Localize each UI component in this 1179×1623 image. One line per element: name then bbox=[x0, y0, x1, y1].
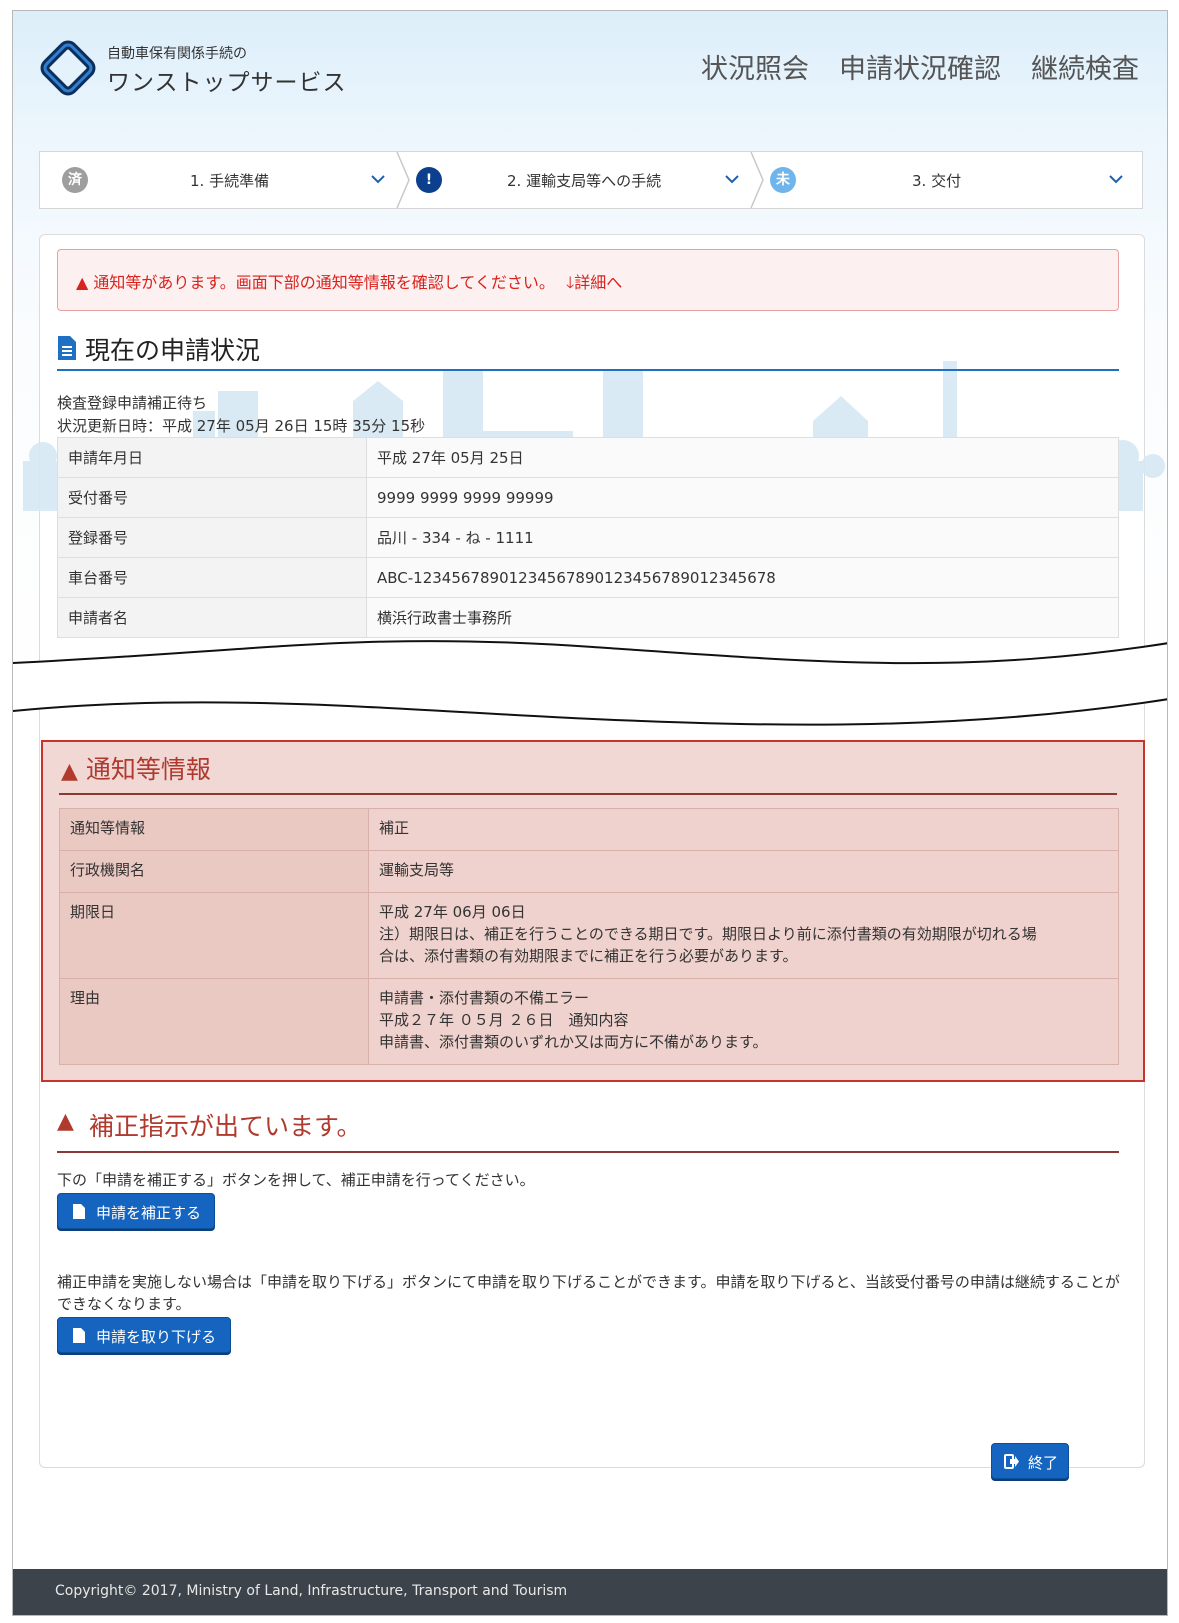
document-icon bbox=[58, 336, 76, 360]
row-value: ABC-123456789012345678901234567890123456… bbox=[366, 557, 1119, 598]
logo-icon bbox=[40, 40, 96, 96]
file-icon bbox=[73, 1328, 85, 1343]
alert-badge-icon: ! bbox=[416, 167, 442, 193]
row-label: 申請年月日 bbox=[57, 437, 367, 478]
notification-alert: ▲ 通知等があります。画面下部の通知等情報を確認してください。 🡓詳細へ bbox=[57, 249, 1119, 311]
table-row: 理由 申請書・添付書類の不備エラー 平成２７年 ０５月 ２６日 通知内容 申請書… bbox=[59, 978, 1119, 1065]
warning-icon: ▲ bbox=[61, 759, 78, 784]
row-value: 平成 27年 05月 25日 bbox=[366, 437, 1119, 478]
row-value: 平成 27年 06月 06日 注）期限日は、補正を行うことのできる期日です。期限… bbox=[368, 892, 1119, 979]
row-value: 9999 9999 9999 99999 bbox=[366, 477, 1119, 518]
exit-button[interactable]: 終了 bbox=[991, 1443, 1069, 1479]
step-2[interactable]: ! 2. 運輸支局等への手続 bbox=[414, 152, 758, 208]
step-1[interactable]: 済 1. 手続準備 bbox=[40, 152, 400, 208]
alert-message: ▲ 通知等があります。画面下部の通知等情報を確認してください。 🡓詳細へ bbox=[76, 273, 623, 292]
table-row: 受付番号 9999 9999 9999 99999 bbox=[57, 477, 1119, 518]
row-value: 申請書・添付書類の不備エラー 平成２７年 ０５月 ２６日 通知内容 申請書、添付… bbox=[368, 978, 1119, 1065]
notification-heading: ▲ 通知等情報 bbox=[61, 755, 211, 784]
notification-table: 通知等情報 補正 行政機関名 運輸支局等 期限日 平成 27年 06月 06日 … bbox=[59, 808, 1119, 1065]
row-value: 品川 - 334 - ね - 1111 bbox=[366, 517, 1119, 558]
page: 自動車保有関係手続の ワンストップサービス 状況照会 申請状況確認 継続検査 済… bbox=[12, 10, 1168, 1616]
current-status-heading: 現在の申請状況 bbox=[57, 331, 1119, 371]
page-break-divider bbox=[13, 640, 1167, 727]
row-label: 理由 bbox=[59, 978, 369, 1065]
step-label: 2. 運輸支局等への手続 bbox=[507, 172, 662, 190]
row-label: 登録番号 bbox=[57, 517, 367, 558]
status-state: 検査登録申請補正待ち bbox=[57, 394, 208, 412]
table-row: 期限日 平成 27年 06月 06日 注）期限日は、補正を行うことのできる期日で… bbox=[59, 892, 1119, 979]
step-3[interactable]: 未 3. 交付 bbox=[768, 152, 1142, 208]
row-label: 行政機関名 bbox=[59, 850, 369, 893]
nav-application-status[interactable]: 申請状況確認 bbox=[839, 47, 1001, 86]
details-link[interactable]: 🡓詳細へ bbox=[566, 273, 622, 292]
chevron-down-icon bbox=[725, 175, 739, 184]
file-icon bbox=[73, 1204, 85, 1219]
row-label: 車台番号 bbox=[57, 557, 367, 598]
footer: Copyright© 2017, Ministry of Land, Infra… bbox=[13, 1569, 1167, 1615]
row-value: 運輸支局等 bbox=[368, 850, 1119, 893]
withdraw-application-button[interactable]: 申請を取り下げる bbox=[57, 1317, 231, 1353]
table-row: 行政機関名 運輸支局等 bbox=[59, 850, 1119, 893]
application-info-table: 申請年月日 平成 27年 05月 25日 受付番号 9999 9999 9999 9… bbox=[57, 437, 1119, 638]
brand-title: ワンストップサービス bbox=[107, 70, 347, 96]
step-label: 1. 手続準備 bbox=[190, 172, 270, 190]
sign-out-icon bbox=[1004, 1454, 1019, 1469]
step-progress-bar: 済 1. 手続準備 ! 2. 運輸支局等への手続 未 3. 交付 bbox=[39, 151, 1143, 209]
table-row: 登録番号 品川 - 334 - ね - 1111 bbox=[57, 517, 1119, 558]
chevron-down-icon bbox=[371, 175, 385, 184]
table-row: 申請年月日 平成 27年 05月 25日 bbox=[57, 437, 1119, 478]
step-label: 3. 交付 bbox=[912, 172, 962, 190]
status-updated-time: 状況更新日時：平成 27年 05月 26日 15時 35分 15秒 bbox=[57, 417, 426, 435]
step-divider bbox=[750, 152, 764, 208]
table-row: 通知等情報 補正 bbox=[59, 808, 1119, 851]
row-label: 受付番号 bbox=[57, 477, 367, 518]
notification-info-panel: ▲ 通知等情報 通知等情報 補正 行政機関名 運輸支局等 期限日 平成 27年 … bbox=[41, 740, 1145, 1082]
correct-application-button[interactable]: 申請を補正する bbox=[57, 1193, 215, 1229]
row-value: 補正 bbox=[368, 808, 1119, 851]
brand-subtitle: 自動車保有関係手続の bbox=[107, 46, 247, 62]
nav-continuous-inspection[interactable]: 継続検査 bbox=[1031, 47, 1139, 86]
correction-instruction: 下の「申請を補正する」ボタンを押して、補正申請を行ってください。 bbox=[57, 1171, 535, 1189]
top-nav: 状況照会 申請状況確認 継続検査 bbox=[701, 47, 1139, 86]
step-done-badge: 済 bbox=[62, 167, 88, 193]
correction-heading: ▲ 補正指示が出ています。 bbox=[57, 1103, 1119, 1153]
table-row: 車台番号 ABC-12345678901234567890123456789012… bbox=[57, 557, 1119, 598]
copyright-text: Copyright© 2017, Ministry of Land, Infra… bbox=[55, 1583, 568, 1599]
row-label: 通知等情報 bbox=[59, 808, 369, 851]
withdraw-instruction: 補正申請を実施しない場合は「申請を取り下げる」ボタンにて申請を取り下げることがで… bbox=[57, 1273, 1120, 1313]
nav-status-inquiry[interactable]: 状況照会 bbox=[701, 47, 809, 86]
step-pending-badge: 未 bbox=[770, 167, 796, 193]
chevron-down-icon bbox=[1109, 175, 1123, 184]
row-label: 期限日 bbox=[59, 892, 369, 979]
page-title: 現在の申請状況 bbox=[85, 336, 261, 365]
divider bbox=[59, 793, 1117, 795]
step-divider bbox=[396, 152, 410, 208]
warning-icon: ▲ bbox=[57, 1109, 74, 1134]
warning-icon: ▲ bbox=[76, 273, 89, 292]
